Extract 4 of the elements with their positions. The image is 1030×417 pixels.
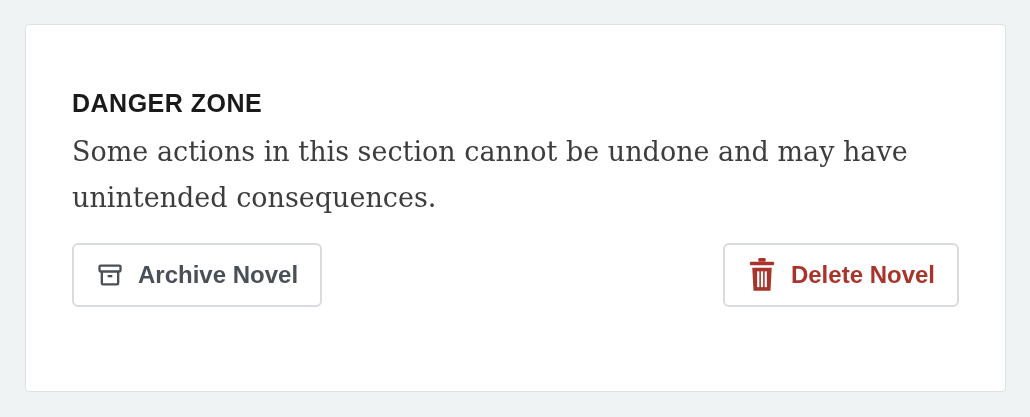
delete-button[interactable]: Delete Novel [722, 243, 959, 307]
section-title: DANGER ZONE [72, 88, 264, 119]
archive-button[interactable]: Archive Novel [72, 243, 323, 307]
section-description: Some actions in this section cannot be undone and may have unintended consequences. [72, 135, 909, 215]
